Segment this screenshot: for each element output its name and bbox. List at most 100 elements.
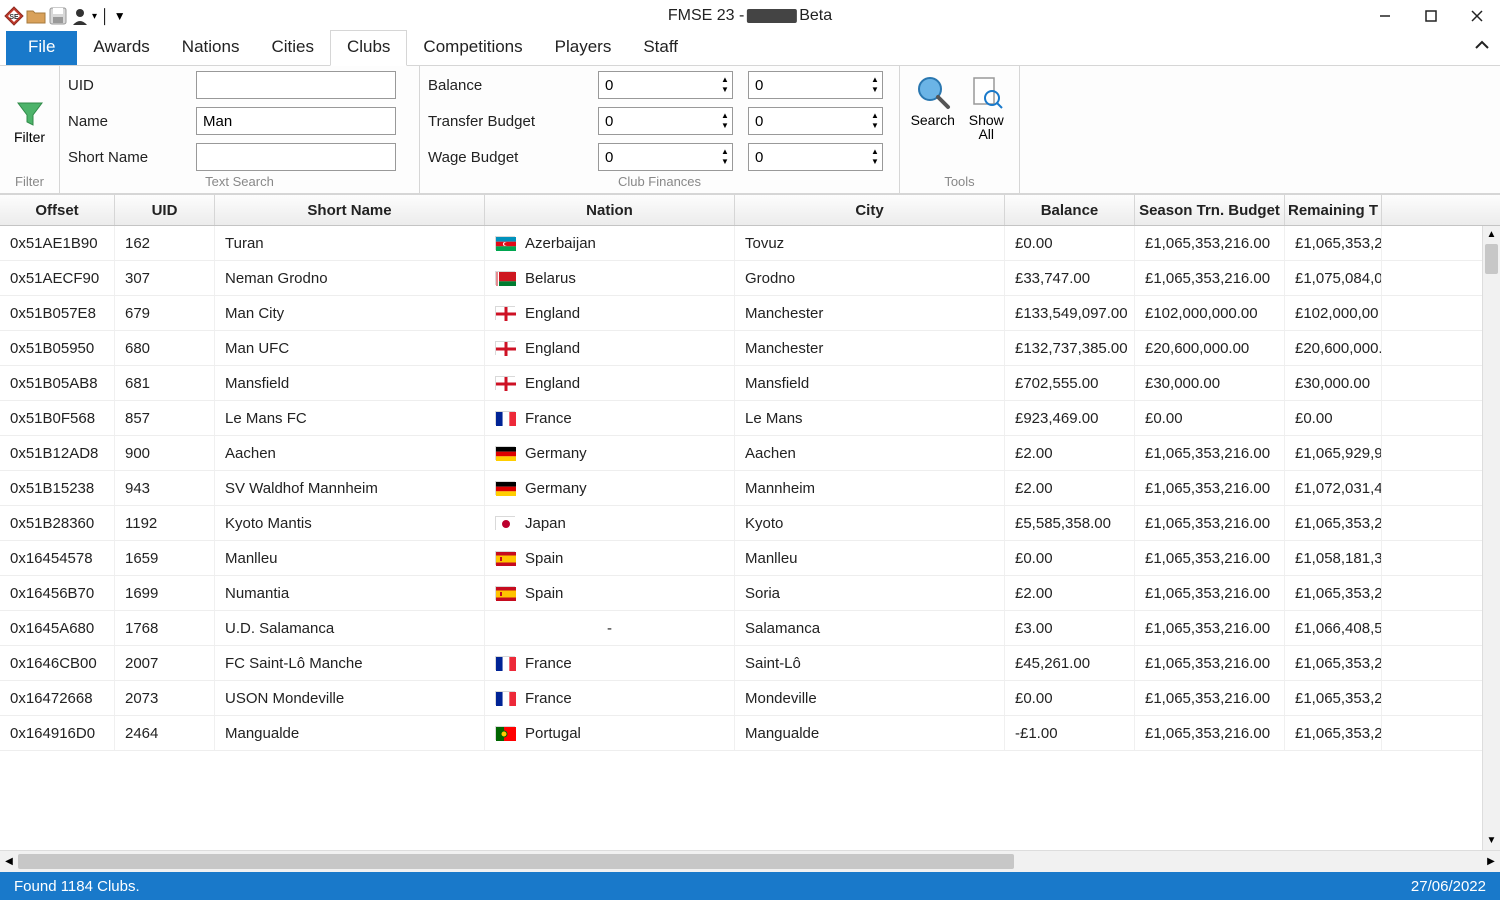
balance-max-spinner[interactable]: ▲▼	[748, 71, 883, 99]
name-input[interactable]	[196, 107, 396, 135]
cell-offset: 0x16456B70	[0, 576, 115, 610]
maximize-button[interactable]	[1408, 0, 1454, 32]
tab-nations[interactable]: Nations	[166, 31, 256, 65]
cell-shortname: U.D. Salamanca	[215, 611, 485, 645]
uid-input[interactable]	[196, 71, 396, 99]
wage-budget-label: Wage Budget	[428, 149, 588, 166]
flag-icon	[495, 691, 515, 705]
cell-remaining: £0.00	[1285, 401, 1382, 435]
spin-down-icon[interactable]: ▼	[868, 121, 882, 131]
cell-shortname: Numantia	[215, 576, 485, 610]
qat-customize-icon[interactable]: ▼	[114, 9, 126, 23]
transfer-min-spinner[interactable]: ▲▼	[598, 107, 733, 135]
table-row[interactable]: 0x51B12AD8900AachenGermanyAachen£2.00£1,…	[0, 436, 1500, 471]
col-header-remaining[interactable]: Remaining T	[1285, 195, 1382, 225]
spin-up-icon[interactable]: ▲	[718, 111, 732, 121]
spin-down-icon[interactable]: ▼	[868, 85, 882, 95]
table-row[interactable]: 0x164726682073USON MondevilleFranceMonde…	[0, 681, 1500, 716]
cell-city: Saint-Lô	[735, 646, 1005, 680]
tab-file[interactable]: File	[6, 31, 77, 65]
table-row[interactable]: 0x51B283601192Kyoto MantisJapanKyoto£5,5…	[0, 506, 1500, 541]
table-row[interactable]: 0x1645A6801768U.D. Salamanca-Salamanca£3…	[0, 611, 1500, 646]
spin-up-icon[interactable]: ▲	[718, 75, 732, 85]
cell-balance: £702,555.00	[1005, 366, 1135, 400]
table-row[interactable]: 0x51B05AB8681MansfieldEnglandMansfield£7…	[0, 366, 1500, 401]
qat-dropdown-icon[interactable]: ▾	[92, 11, 97, 22]
cell-offset: 0x16472668	[0, 681, 115, 715]
cell-city: Mondeville	[735, 681, 1005, 715]
minimize-button[interactable]	[1362, 0, 1408, 32]
shortname-input[interactable]	[196, 143, 396, 171]
tab-staff[interactable]: Staff	[627, 31, 694, 65]
tab-cities[interactable]: Cities	[255, 31, 330, 65]
table-row[interactable]: 0x51B057E8679Man CityEnglandManchester£1…	[0, 296, 1500, 331]
cell-remaining: £1,065,353,2	[1285, 681, 1382, 715]
table-row[interactable]: 0x51AE1B90162TuranAzerbaijanTovuz£0.00£1…	[0, 226, 1500, 261]
spin-down-icon[interactable]: ▼	[718, 121, 732, 131]
titlebar: SE ▾ │ ▼ FMSE 23 - Beta	[0, 0, 1500, 32]
cell-city: Mansfield	[735, 366, 1005, 400]
table-row[interactable]: 0x164545781659ManlleuSpainManlleu£0.00£1…	[0, 541, 1500, 576]
spin-up-icon[interactable]: ▲	[868, 75, 882, 85]
status-bar: Found 1184 Clubs. 27/06/2022	[0, 872, 1500, 900]
cell-city: Le Mans	[735, 401, 1005, 435]
tab-awards[interactable]: Awards	[77, 31, 165, 65]
cell-remaining: £30,000.00	[1285, 366, 1382, 400]
col-header-city[interactable]: City	[735, 195, 1005, 225]
transfer-max-spinner[interactable]: ▲▼	[748, 107, 883, 135]
flag-icon	[495, 516, 515, 530]
spin-down-icon[interactable]: ▼	[868, 157, 882, 167]
search-button[interactable]: Search	[908, 70, 958, 172]
table-row[interactable]: 0x1646CB002007FC Saint-Lô MancheFranceSa…	[0, 646, 1500, 681]
table-row[interactable]: 0x51B15238943SV Waldhof MannheimGermanyM…	[0, 471, 1500, 506]
scroll-up-icon[interactable]: ▲	[1483, 226, 1500, 244]
horizontal-scrollbar[interactable]: ◀ ▶	[0, 850, 1500, 872]
spin-up-icon[interactable]: ▲	[868, 147, 882, 157]
col-header-nation[interactable]: Nation	[485, 195, 735, 225]
col-header-shortname[interactable]: Short Name	[215, 195, 485, 225]
wage-max-spinner[interactable]: ▲▼	[748, 143, 883, 171]
tab-competitions[interactable]: Competitions	[407, 31, 538, 65]
ribbon-collapse-icon[interactable]	[1474, 38, 1490, 56]
tab-players[interactable]: Players	[539, 31, 628, 65]
group-label-textsearch: Text Search	[68, 172, 411, 191]
user-icon[interactable]	[70, 6, 90, 26]
flag-icon	[495, 341, 515, 355]
save-icon[interactable]	[48, 6, 68, 26]
cell-remaining: £1,058,181,3	[1285, 541, 1382, 575]
spin-down-icon[interactable]: ▼	[718, 157, 732, 167]
cell-nation: Azerbaijan	[485, 226, 735, 260]
col-header-season-budget[interactable]: Season Trn. Budget	[1135, 195, 1285, 225]
grid-body[interactable]: 0x51AE1B90162TuranAzerbaijanTovuz£0.00£1…	[0, 226, 1500, 850]
show-all-button[interactable]: Show All	[962, 70, 1012, 172]
hscroll-thumb[interactable]	[18, 854, 1014, 869]
balance-min-spinner[interactable]: ▲▼	[598, 71, 733, 99]
table-row[interactable]: 0x16456B701699NumantiaSpainSoria£2.00£1,…	[0, 576, 1500, 611]
scroll-left-icon[interactable]: ◀	[0, 856, 18, 867]
col-header-offset[interactable]: Offset	[0, 195, 115, 225]
table-row[interactable]: 0x51AECF90307Neman GrodnoBelarusGrodno£3…	[0, 261, 1500, 296]
table-row[interactable]: 0x51B0F568857Le Mans FCFranceLe Mans£923…	[0, 401, 1500, 436]
table-row[interactable]: 0x51B05950680Man UFCEnglandManchester£13…	[0, 331, 1500, 366]
tab-clubs[interactable]: Clubs	[330, 30, 407, 66]
group-label-tools: Tools	[908, 172, 1011, 191]
flag-icon	[495, 306, 515, 320]
cell-season-budget: £1,065,353,216.00	[1135, 716, 1285, 750]
col-header-balance[interactable]: Balance	[1005, 195, 1135, 225]
spin-up-icon[interactable]: ▲	[718, 147, 732, 157]
spin-down-icon[interactable]: ▼	[718, 85, 732, 95]
vertical-scrollbar[interactable]: ▲ ▼	[1482, 226, 1500, 850]
spin-up-icon[interactable]: ▲	[868, 111, 882, 121]
close-button[interactable]	[1454, 0, 1500, 32]
cell-city: Soria	[735, 576, 1005, 610]
col-header-uid[interactable]: UID	[115, 195, 215, 225]
cell-nation: Spain	[485, 541, 735, 575]
table-row[interactable]: 0x164916D02464MangualdePortugalMangualde…	[0, 716, 1500, 751]
scroll-right-icon[interactable]: ▶	[1482, 856, 1500, 867]
wage-min-spinner[interactable]: ▲▼	[598, 143, 733, 171]
open-folder-icon[interactable]	[26, 6, 46, 26]
cell-season-budget: £1,065,353,216.00	[1135, 506, 1285, 540]
filter-button[interactable]: Filter	[8, 70, 51, 172]
scroll-down-icon[interactable]: ▼	[1483, 832, 1500, 850]
vscroll-thumb[interactable]	[1485, 244, 1498, 274]
